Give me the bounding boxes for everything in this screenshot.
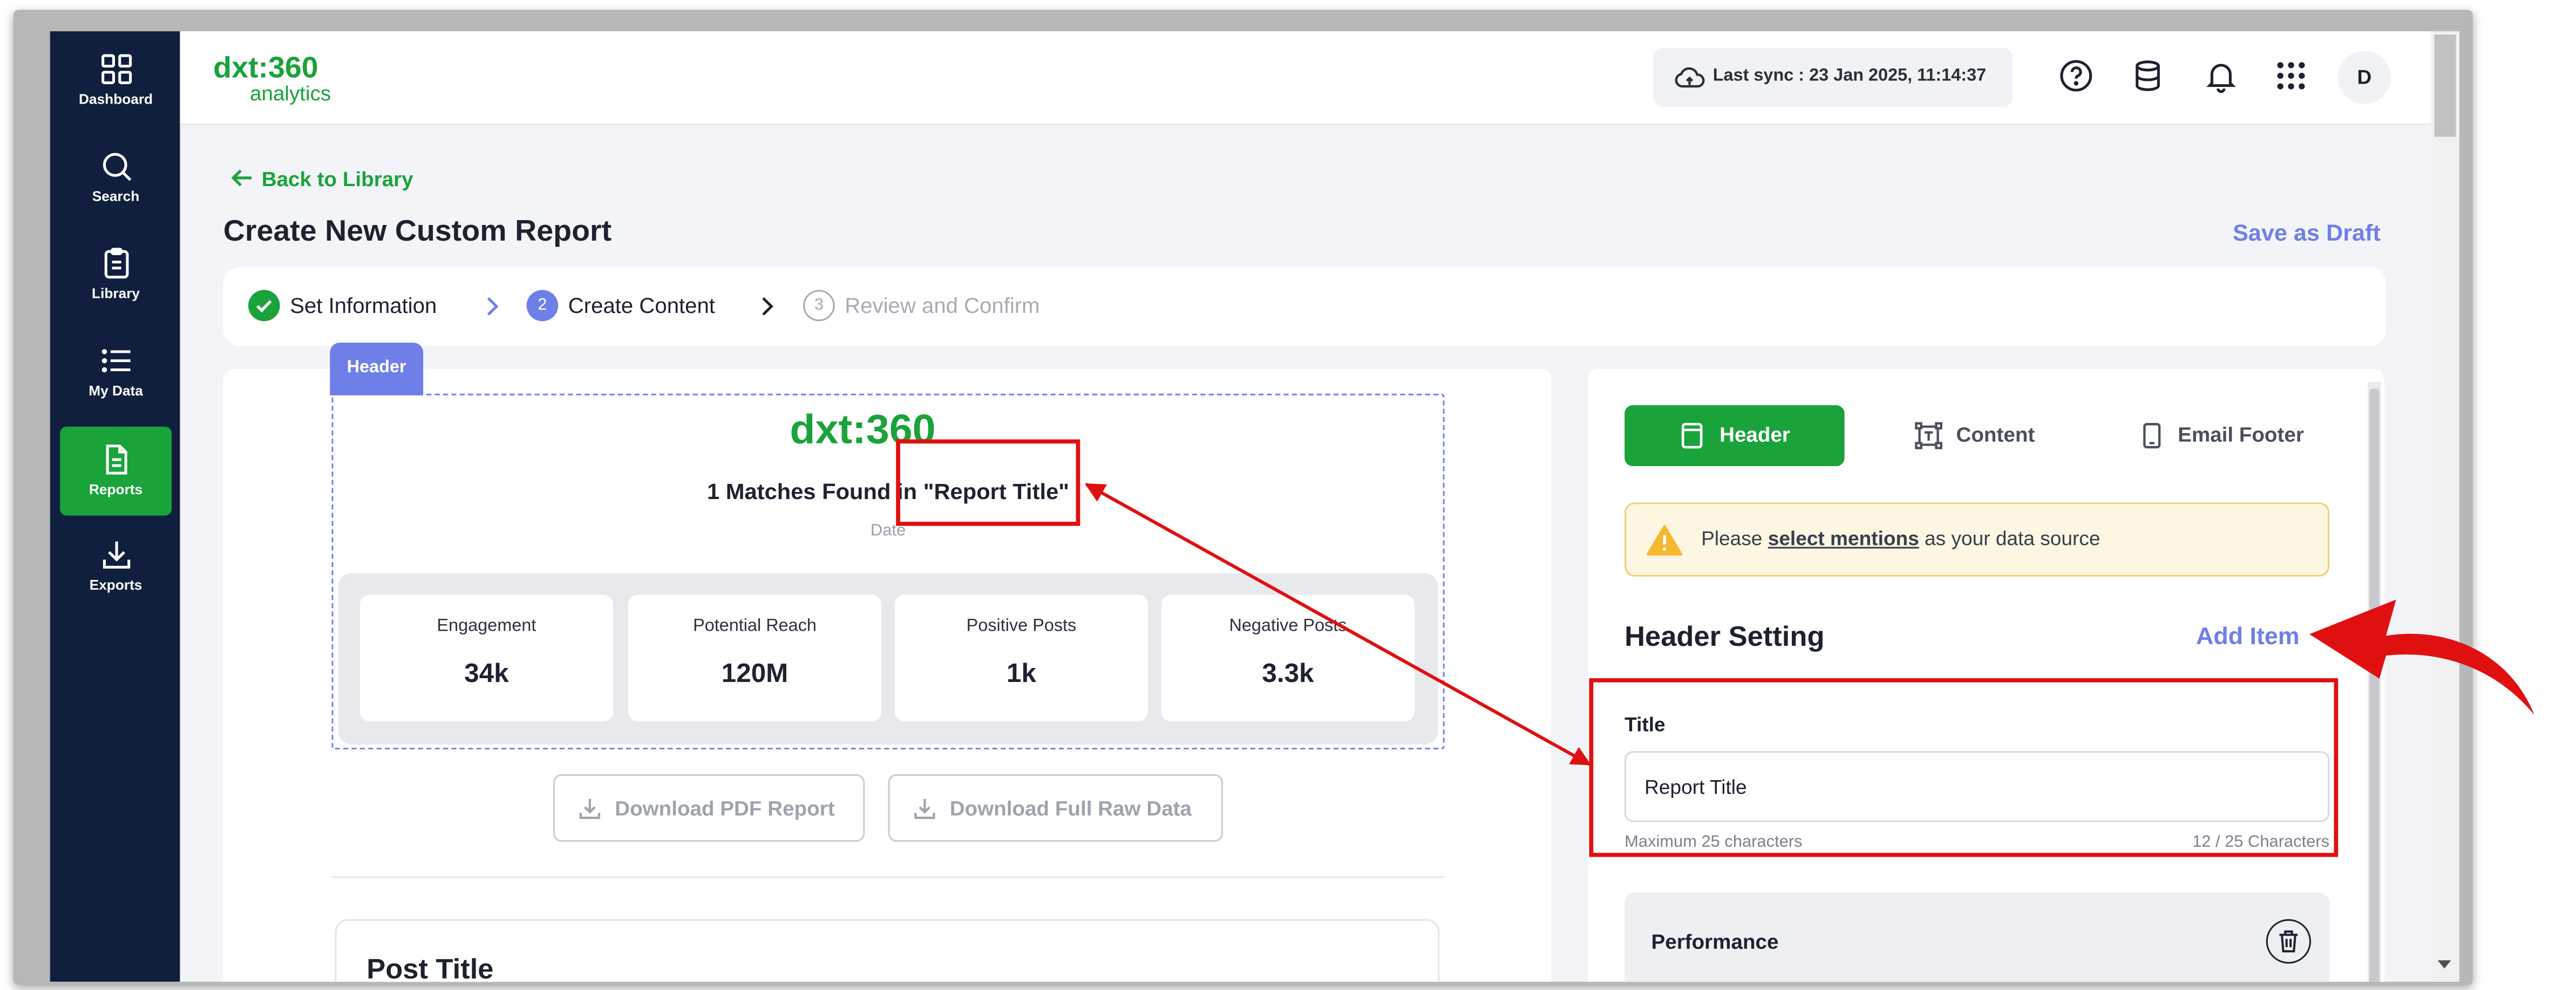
double-arrow-connector — [1084, 482, 1592, 766]
annotation-overlay — [896, 439, 2534, 857]
highlight-box-title-field — [1589, 678, 2339, 857]
screenshot-stage: Dashboard Search Library My Data Reports — [0, 0, 2576, 990]
highlight-box-report-title — [896, 439, 1080, 526]
curved-arrow-pointer — [2309, 599, 2534, 715]
